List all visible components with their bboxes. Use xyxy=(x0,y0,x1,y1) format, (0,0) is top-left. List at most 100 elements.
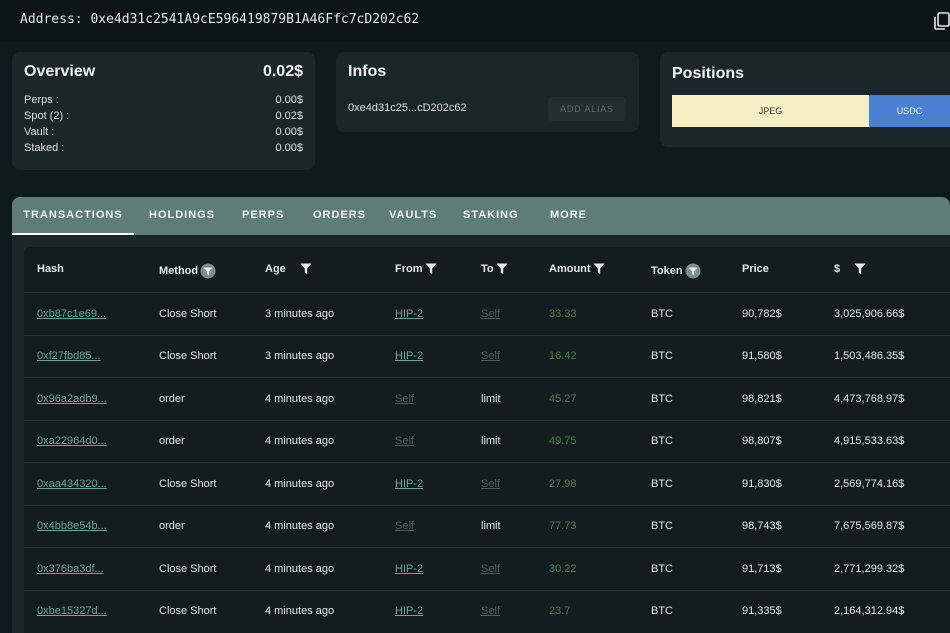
hash-link[interactable]: 0xa22964d0... xyxy=(37,435,107,447)
tab-staking[interactable]: STAKING xyxy=(463,197,519,235)
amount-cell: 45.27 xyxy=(549,393,577,405)
address-bar: Address: 0xe4d31c2541A9cE596419879B1A46F… xyxy=(0,0,950,42)
copy-icon[interactable] xyxy=(934,12,950,30)
usd-cell: 2,164,312.94$ xyxy=(834,605,905,617)
to-link[interactable]: Self xyxy=(481,478,500,490)
amount-cell: 16.42 xyxy=(549,350,577,362)
age-cell: 4 minutes ago xyxy=(265,520,335,532)
address-text: Address: 0xe4d31c2541A9cE596419879B1A46F… xyxy=(20,12,419,27)
filter-icon[interactable] xyxy=(425,263,437,275)
hash-link[interactable]: 0xf27fbd85... xyxy=(37,350,101,362)
overview-title: Overview xyxy=(24,63,96,80)
tab-transactions[interactable]: TRANSACTIONS xyxy=(12,197,134,235)
tabs-bar: TRANSACTIONS HOLDINGS PERPS ORDERS VAULT… xyxy=(12,197,950,235)
add-alias-button[interactable]: ADD ALIAS xyxy=(548,97,626,121)
price-cell: 91,830$ xyxy=(742,478,782,490)
usd-cell: 4,915,533.63$ xyxy=(834,435,905,447)
overview-row-vault: Vault : 0.00$ xyxy=(24,126,303,142)
amount-cell: 33.33 xyxy=(549,308,577,320)
age-cell: 4 minutes ago xyxy=(265,435,335,447)
filter-icon[interactable] xyxy=(300,263,312,275)
token-cell: BTC xyxy=(651,605,673,617)
positions-card: Positions JPEG USDC xyxy=(660,52,950,147)
position-segment-jpeg[interactable]: JPEG xyxy=(672,95,869,127)
filter-icon[interactable] xyxy=(593,263,605,275)
tab-more[interactable]: MORE xyxy=(550,197,587,235)
token-cell: BTC xyxy=(651,435,673,447)
hash-link[interactable]: 0xbe15327d... xyxy=(37,605,107,617)
token-cell: BTC xyxy=(651,393,673,405)
amount-cell: 23.7 xyxy=(549,605,571,617)
to-cell: limit xyxy=(481,520,501,532)
to-link[interactable]: Self xyxy=(481,308,500,320)
address-value: 0xe4d31c2541A9cE596419879B1A46Ffc7cD202c… xyxy=(90,12,420,27)
method-cell: Close Short xyxy=(159,563,217,575)
method-cell: Close Short xyxy=(159,350,217,362)
to-link[interactable]: Self xyxy=(481,350,500,362)
age-cell: 4 minutes ago xyxy=(265,605,335,617)
token-cell: BTC xyxy=(651,563,673,575)
method-cell: Close Short xyxy=(159,605,217,617)
from-link[interactable]: HIP-2 xyxy=(395,605,423,617)
positions-title: Positions xyxy=(672,65,745,82)
price-cell: 98,821$ xyxy=(742,393,782,405)
overview-row-value: 0.00$ xyxy=(275,142,303,154)
filter-icon[interactable] xyxy=(854,263,866,275)
tab-perps[interactable]: PERPS xyxy=(242,197,284,235)
price-cell: 90,782$ xyxy=(742,308,782,320)
amount-cell: 49.75 xyxy=(549,435,577,447)
filter-circle-icon[interactable] xyxy=(200,263,216,279)
price-cell: 98,807$ xyxy=(742,435,782,447)
from-link[interactable]: HIP-2 xyxy=(395,563,423,575)
from-link[interactable]: HIP-2 xyxy=(395,308,423,320)
token-cell: BTC xyxy=(651,478,673,490)
address-label: Address: xyxy=(20,12,83,27)
usd-cell: 2,569,774.16$ xyxy=(834,478,905,490)
method-cell: Close Short xyxy=(159,308,217,320)
header-price: Price xyxy=(742,263,769,275)
header-label: Age xyxy=(265,263,286,275)
hash-link[interactable]: 0xaa434320... xyxy=(37,478,107,490)
overview-row-value: 0.02$ xyxy=(275,110,303,122)
header-method: Method xyxy=(159,263,216,279)
price-cell: 91,713$ xyxy=(742,563,782,575)
overview-total: 0.02$ xyxy=(262,63,303,80)
hash-link[interactable]: 0x376ba3df... xyxy=(37,563,104,575)
from-link[interactable]: Self xyxy=(395,520,414,532)
header-label: Hash xyxy=(37,263,64,275)
overview-row-label: Staked : xyxy=(24,142,65,154)
amount-cell: 77.73 xyxy=(549,520,577,532)
to-cell: limit xyxy=(481,393,501,405)
overview-row-spot: Spot (2) : 0.02$ xyxy=(24,110,303,126)
to-link[interactable]: Self xyxy=(481,563,500,575)
tab-holdings[interactable]: HOLDINGS xyxy=(149,197,215,235)
header-usd: $ xyxy=(834,263,866,275)
method-cell: Close Short xyxy=(159,478,217,490)
from-link[interactable]: HIP-2 xyxy=(395,350,423,362)
row-divider xyxy=(24,462,950,463)
infos-title: Infos xyxy=(348,63,387,80)
hash-link[interactable]: 0xb87c1e69... xyxy=(37,308,106,320)
method-cell: order xyxy=(159,393,185,405)
to-cell: limit xyxy=(481,435,501,447)
age-cell: 4 minutes ago xyxy=(265,563,335,575)
row-divider xyxy=(24,420,950,421)
from-link[interactable]: Self xyxy=(395,393,414,405)
hash-link[interactable]: 0x96a2adb9... xyxy=(37,393,107,405)
header-label: From xyxy=(395,263,423,275)
infos-address: 0xe4d31c25...cD202c62 xyxy=(348,102,467,114)
amount-cell: 27.98 xyxy=(549,478,577,490)
price-cell: 98,743$ xyxy=(742,520,782,532)
tab-orders[interactable]: ORDERS xyxy=(313,197,366,235)
filter-circle-icon[interactable] xyxy=(685,263,701,279)
hash-link[interactable]: 0x4bb8e54b... xyxy=(37,520,107,532)
method-cell: order xyxy=(159,435,185,447)
age-cell: 3 minutes ago xyxy=(265,350,335,362)
from-link[interactable]: Self xyxy=(395,435,414,447)
tab-vaults[interactable]: VAULTS xyxy=(389,197,437,235)
to-link[interactable]: Self xyxy=(481,605,500,617)
position-segment-usdc[interactable]: USDC xyxy=(869,95,950,127)
overview-row-label: Perps : xyxy=(24,94,59,106)
from-link[interactable]: HIP-2 xyxy=(395,478,423,490)
filter-icon[interactable] xyxy=(496,263,508,275)
